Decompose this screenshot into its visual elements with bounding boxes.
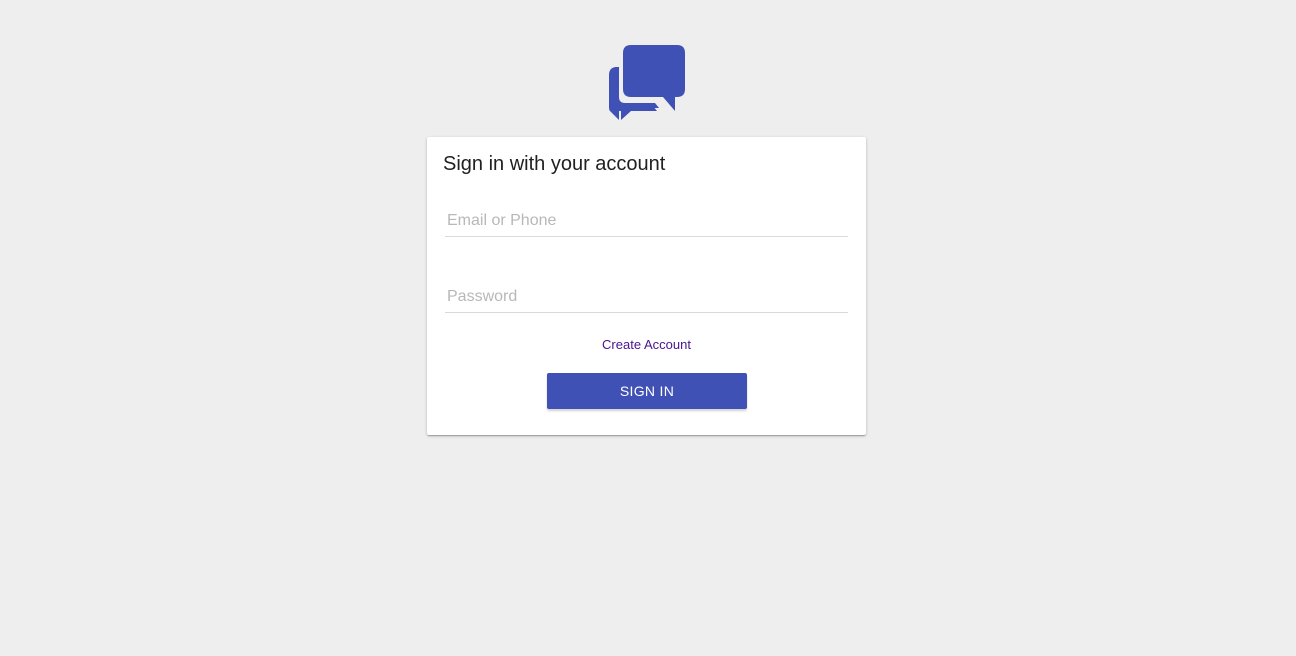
create-account-row: Create Account: [427, 337, 866, 353]
create-account-link[interactable]: Create Account: [602, 337, 691, 352]
sign-in-card: Sign in with your account Create Account…: [427, 137, 866, 435]
sign-in-button[interactable]: SIGN IN: [547, 373, 747, 409]
password-field[interactable]: [445, 283, 848, 313]
email-field[interactable]: [445, 207, 848, 237]
login-page: Sign in with your account Create Account…: [0, 0, 1296, 656]
email-field-container: [445, 207, 848, 237]
password-field-container: [445, 283, 848, 313]
chat-bubbles-icon: [609, 45, 685, 120]
card-title: Sign in with your account: [443, 153, 666, 175]
